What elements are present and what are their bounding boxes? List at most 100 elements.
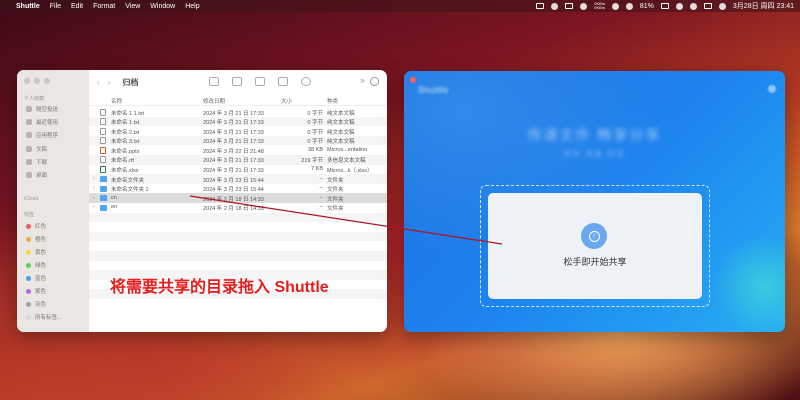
- disclosure-arrow-icon[interactable]: ›: [93, 185, 95, 191]
- file-row[interactable]: 未命名 1 1.txt 2024 年 3 月 21 日 17:33 0 字节 纯文本文…: [89, 107, 387, 117]
- file-row[interactable]: 未命名 3.txt 2024 年 3 月 21 日 17:33 0 字节 纯文本文稿: [89, 135, 387, 146]
- empty-row: [89, 250, 387, 261]
- sidebar-item-documents[interactable]: 文稿: [26, 145, 47, 153]
- sidebar-tag-gray[interactable]: 灰色: [26, 300, 46, 308]
- sidebar-item-desktop[interactable]: 桌面: [26, 171, 47, 179]
- forward-button[interactable]: ›: [108, 78, 111, 87]
- sidebar-item-applications[interactable]: 应用程序: [26, 131, 58, 139]
- network-down: 0KB/s: [594, 5, 605, 10]
- file-size: --: [319, 175, 323, 182]
- shuttle-subtitle: 简单 快速 高效: [563, 151, 626, 158]
- search-icon[interactable]: [689, 2, 697, 10]
- file-name: 未命名 3.txt: [111, 139, 140, 146]
- sidebar-item-label: 下载: [36, 160, 48, 166]
- file-kind: 文件夹: [327, 177, 344, 184]
- sidebar-item-downloads[interactable]: 下载: [26, 158, 47, 166]
- tag-dot-icon: [26, 236, 31, 242]
- zoom-button[interactable]: [44, 78, 50, 84]
- close-button[interactable]: [410, 77, 416, 83]
- battery-icon[interactable]: [660, 3, 669, 9]
- menu-format[interactable]: Format: [93, 3, 115, 10]
- sidebar-tag-yellow[interactable]: 黄色: [26, 248, 46, 256]
- menu-view[interactable]: View: [125, 3, 140, 10]
- file-date: 2024 年 3 月 21 日 17:33: [203, 168, 264, 175]
- file-size: 0 字节: [307, 129, 323, 136]
- network-speed[interactable]: 0KB/s 0KB/s: [594, 2, 605, 10]
- sidebar-item-airdrop[interactable]: 隔空投送: [26, 105, 58, 113]
- screen-icon[interactable]: [536, 3, 545, 9]
- disclosure-arrow-icon[interactable]: ›: [93, 204, 95, 210]
- file-date: 2024 年 3 月 21 日 17:33: [203, 139, 264, 146]
- shuttle-slogan: 传递文件 畅享分享: [527, 127, 662, 143]
- menu-window[interactable]: Window: [150, 3, 175, 10]
- share-icon[interactable]: [255, 77, 265, 86]
- column-kind[interactable]: 种类: [327, 97, 338, 105]
- grid-view-icon[interactable]: [232, 77, 242, 86]
- disclosure-arrow-icon[interactable]: ›: [93, 195, 95, 201]
- disclosure-arrow-icon[interactable]: ›: [93, 176, 95, 182]
- column-name[interactable]: 名称: [111, 97, 122, 105]
- sidebar-tag-all[interactable]: 所有标签…: [26, 313, 63, 321]
- search-icon[interactable]: [370, 77, 379, 86]
- pptx-file-icon: [100, 146, 106, 154]
- folder-icon: [100, 195, 107, 202]
- sidebar-item-label: 桌面: [36, 173, 48, 179]
- shuttle-logo: Shuttle: [418, 85, 449, 95]
- column-size[interactable]: 大小: [281, 97, 292, 105]
- back-button[interactable]: ‹: [97, 78, 100, 87]
- file-name: en: [111, 204, 118, 211]
- menu-file[interactable]: File: [50, 3, 61, 10]
- sidebar-tag-orange[interactable]: 橙色: [26, 235, 46, 243]
- wifi-icon[interactable]: [675, 2, 683, 10]
- sidebar-tag-green[interactable]: 绿色: [26, 261, 46, 269]
- tag-icon[interactable]: [278, 77, 288, 86]
- control-center-icon[interactable]: [703, 3, 712, 9]
- file-row[interactable]: › cn 2024 年 2 月 18 日 14:33 -- 文件夹: [89, 193, 387, 203]
- txt-file-icon: [100, 108, 106, 116]
- file-date: 2024 年 3 月 21 日 17:33: [203, 129, 264, 136]
- window-controls: [24, 78, 50, 84]
- column-headers: 名称 修改日期 大小 种类: [89, 96, 387, 106]
- file-row[interactable]: › en 2024 年 2 月 18 日 14:33 -- 文件夹: [89, 203, 387, 213]
- sidebar-item-recents[interactable]: 最近使用: [26, 118, 58, 126]
- file-kind: 纯文本文稿: [327, 120, 355, 127]
- window-title: 归档: [122, 78, 139, 87]
- empty-row: [89, 261, 387, 271]
- file-row[interactable]: 未命名.pptx 2024 年 3 月 22 日 21:48 38 KB Micros…: [89, 145, 387, 155]
- chevron-double-right-icon[interactable]: »: [360, 75, 365, 85]
- file-row[interactable]: 未命名 2.txt 2024 年 3 月 21 日 17:33 0 字节 纯文本文稿: [89, 126, 387, 136]
- file-row[interactable]: 未命名.rtf 2024 年 3 月 21 日 17:33 219 字节 多信息文本文…: [89, 154, 387, 165]
- sidebar-tag-purple[interactable]: 紫色: [26, 287, 46, 295]
- siri-icon[interactable]: [718, 2, 726, 10]
- file-row[interactable]: › 未命名文件夹 2024 年 3 月 23 日 15:44 -- 文件夹: [89, 174, 387, 184]
- edit-icon[interactable]: [565, 3, 574, 9]
- file-row[interactable]: 未命名.xlsx 2024 年 3 月 21 日 17:33 7 KB Micros.…: [89, 165, 387, 175]
- close-button[interactable]: [24, 78, 30, 84]
- settings-icon[interactable]: [768, 85, 776, 93]
- sidebar-tag-red[interactable]: 红色: [26, 222, 46, 230]
- sync-icon[interactable]: [580, 2, 588, 10]
- wechat-icon[interactable]: [611, 2, 619, 10]
- file-size: 0 字节: [307, 120, 323, 127]
- status-icon[interactable]: [551, 2, 559, 10]
- list-view-icon[interactable]: [209, 77, 219, 86]
- file-date: 2024 年 3 月 21 日 17:33: [203, 158, 264, 165]
- file-size: 0 字节: [307, 110, 323, 117]
- tag-label: 红色: [35, 224, 47, 230]
- menu-app-name[interactable]: Shuttle: [16, 3, 40, 10]
- file-kind: Micros...k（.xlsx）: [327, 168, 373, 175]
- sidebar-tag-blue[interactable]: 蓝色: [26, 274, 46, 282]
- file-row[interactable]: › 未命名文件夹 1 2024 年 3 月 23 日 15:44 -- 文件夹: [89, 184, 387, 194]
- file-row[interactable]: 未命名 1.txt 2024 年 3 月 21 日 17:33 0 字节 纯文本文稿: [89, 116, 387, 127]
- menu-help[interactable]: Help: [185, 3, 199, 10]
- sidebar-tags-header: 标签: [24, 212, 35, 218]
- sidebar-icloud-header: iCloud: [24, 196, 39, 202]
- minimize-button[interactable]: [34, 78, 40, 84]
- clock[interactable]: 3月28日 周四 23:41: [733, 1, 794, 11]
- more-options-icon[interactable]: [301, 77, 311, 86]
- menu-edit[interactable]: Edit: [71, 3, 83, 10]
- battery-percent[interactable]: 81%: [640, 3, 654, 10]
- audio-icon[interactable]: [625, 2, 633, 10]
- finder-toolbar: ‹ › 归档 »: [89, 70, 387, 95]
- column-date[interactable]: 修改日期: [203, 97, 225, 105]
